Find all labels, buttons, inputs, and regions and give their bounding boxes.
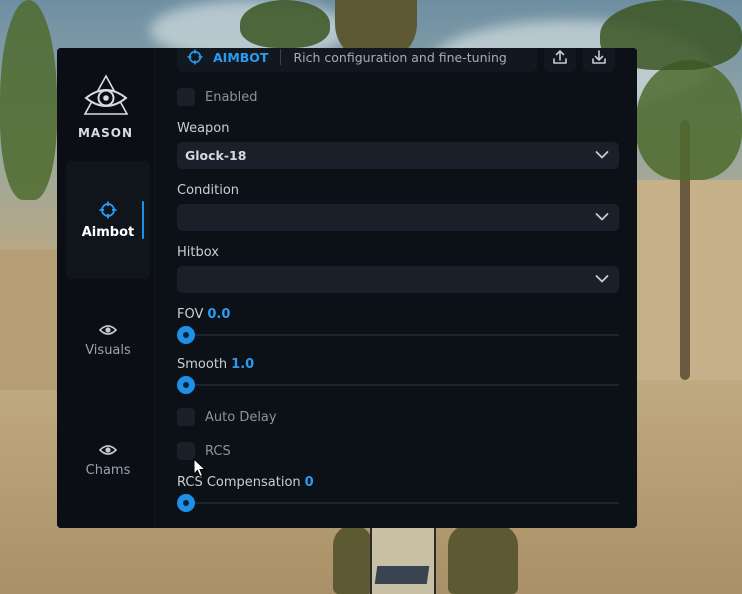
chevron-down-icon (595, 275, 609, 283)
slider-thumb[interactable] (177, 376, 195, 394)
slider-track (177, 384, 619, 386)
eye-icon (99, 325, 117, 335)
brand-name: MASON (77, 126, 134, 140)
fov-label: FOV (177, 307, 204, 322)
section-title: AIMBOT (213, 49, 269, 65)
crosshair-icon (187, 49, 203, 65)
enabled-row: Enabled (177, 87, 258, 107)
eye-icon (99, 445, 117, 455)
divider (280, 49, 282, 65)
upload-icon (553, 50, 567, 64)
import-config-button[interactable] (583, 48, 615, 72)
auto-delay-checkbox[interactable] (177, 408, 195, 426)
smooth-label-row: Smooth 1.0 (177, 357, 254, 372)
active-indicator (142, 201, 144, 239)
crosshair-icon (99, 201, 117, 219)
rcs-compensation-slider[interactable] (177, 494, 619, 512)
smooth-value: 1.0 (231, 357, 255, 372)
palm-leaves (0, 0, 57, 200)
slider-thumb[interactable] (177, 326, 195, 344)
auto-delay-row: Auto Delay (177, 407, 277, 427)
fov-label-row: FOV 0.0 (177, 307, 230, 322)
rcs-compensation-value: 0 (304, 475, 314, 490)
brand-logo: MASON (57, 74, 154, 140)
chevron-down-icon (595, 151, 609, 159)
sidebar-item-chams[interactable]: Chams (66, 401, 150, 519)
slider-track (177, 334, 619, 336)
player-model-leg (333, 525, 373, 594)
sidebar-item-label: Visuals (85, 343, 131, 358)
weapon-select-value: Glock-18 (185, 148, 247, 163)
sidebar-item-label: Aimbot (81, 225, 135, 240)
eye-triangle-logo-icon (83, 74, 128, 115)
smooth-slider[interactable] (177, 376, 619, 394)
building-wall (0, 250, 57, 390)
weapon-model (370, 520, 436, 594)
section-subtitle: Rich configuration and fine-tuning (293, 49, 507, 65)
weapon-select[interactable]: Glock-18 (177, 142, 619, 169)
hitbox-label: Hitbox (177, 245, 219, 260)
smooth-label: Smooth (177, 357, 228, 372)
fov-value: 0.0 (207, 307, 231, 322)
enabled-checkbox[interactable] (177, 88, 195, 106)
download-icon (592, 50, 606, 64)
chevron-down-icon (595, 213, 609, 221)
sidebar: MASON Aimbot Visuals Chams (57, 48, 154, 528)
export-config-button[interactable] (544, 48, 576, 72)
mouse-cursor-icon (193, 458, 207, 478)
fov-slider[interactable] (177, 326, 619, 344)
hitbox-select[interactable] (177, 266, 619, 293)
slider-track (177, 502, 619, 504)
auto-delay-label: Auto Delay (205, 409, 277, 425)
section-header: AIMBOT Rich configuration and fine-tunin… (177, 48, 537, 72)
palm-leaves (636, 60, 742, 180)
palm-leaves (240, 0, 330, 48)
sidebar-item-label: Chams (85, 463, 131, 478)
cheat-menu-window: MASON Aimbot Visuals Chams AIMBOT Rich c… (57, 48, 637, 528)
player-model-leg (448, 525, 518, 594)
sidebar-item-visuals[interactable]: Visuals (66, 281, 150, 399)
enabled-label: Enabled (205, 89, 258, 105)
condition-label: Condition (177, 183, 240, 198)
weapon-label: Weapon (177, 121, 230, 136)
condition-select[interactable] (177, 204, 619, 231)
sidebar-item-aimbot[interactable]: Aimbot (66, 161, 150, 279)
slider-thumb[interactable] (177, 494, 195, 512)
aimbot-settings-panel: AIMBOT Rich configuration and fine-tunin… (154, 48, 637, 528)
rcs-label: RCS (205, 443, 231, 459)
